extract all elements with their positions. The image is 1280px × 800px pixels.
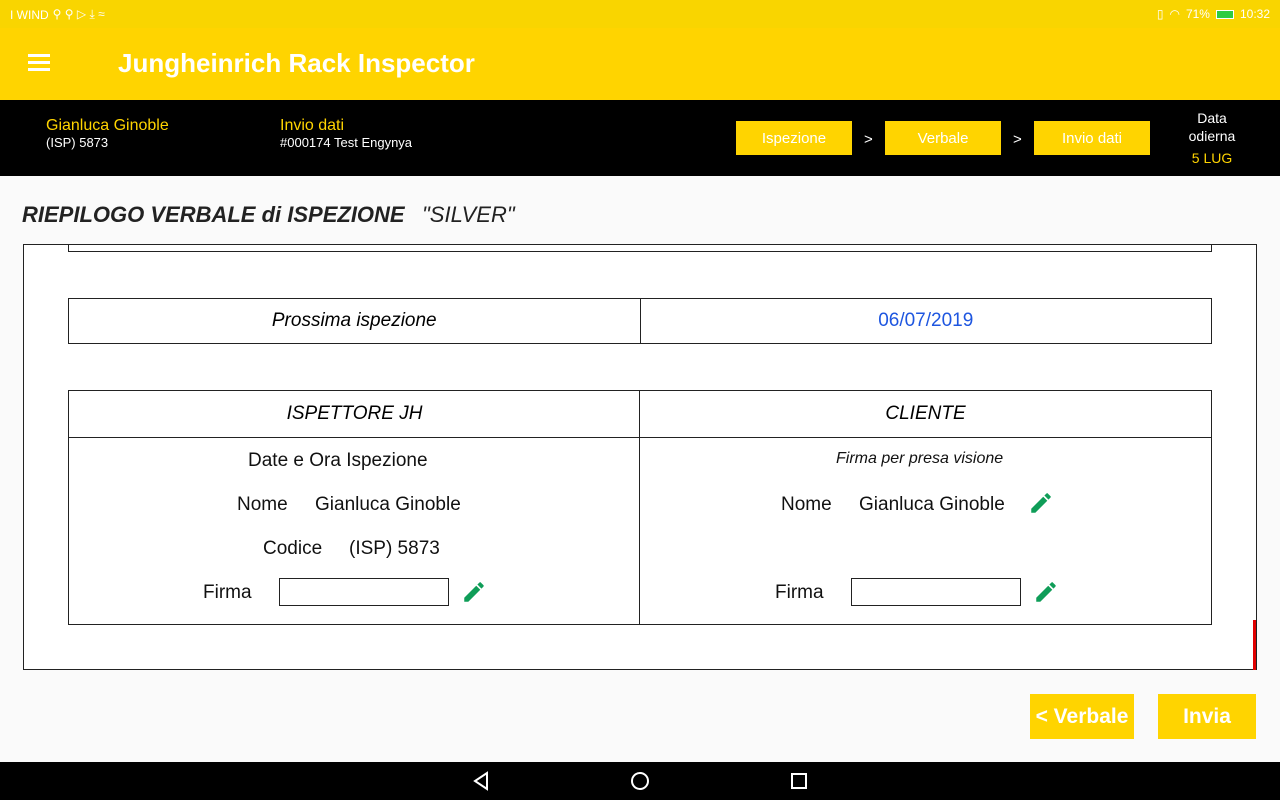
inspector-code-value: (ISP) 5873 [349,538,440,559]
client-header: CLIENTE [885,403,966,424]
next-inspection-label: Prossima ispezione [69,299,641,343]
wifi-icon: ◠ [1169,7,1180,21]
user-info: Gianluca Ginoble (ISP) 5873 [46,117,169,150]
info-bar: Gianluca Ginoble (ISP) 5873 Invio dati #… [0,100,1280,176]
inspector-signature-field[interactable] [279,578,449,606]
next-inspection-date[interactable]: 06/07/2019 [641,299,1212,343]
inspector-name-label: Nome [237,494,288,515]
next-inspection-table: Prossima ispezione 06/07/2019 [68,298,1212,344]
clock: 10:32 [1239,7,1270,21]
app-bar: Jungheinrich Rack Inspector [0,28,1280,100]
edit-client-signature-pencil-icon[interactable] [1033,579,1059,605]
client-name-label: Nome [781,494,832,515]
today-date: Data odierna 5 LUG [1180,109,1244,167]
step-ispezione-button[interactable]: Ispezione [736,121,852,155]
edit-inspector-signature-pencil-icon[interactable] [461,579,487,605]
inspector-sign-label: Firma [203,582,252,603]
step-separator: > [864,131,873,148]
battery-icon [1215,9,1234,19]
recents-square-icon[interactable] [789,771,809,791]
user-name: Gianluca Ginoble [46,117,169,134]
client-name-value: Gianluca Ginoble [859,494,1005,515]
home-circle-icon[interactable] [630,771,650,791]
signature-table-header: ISPETTORE JH CLIENTE [69,391,1211,438]
carrier-label: I WIND [10,7,49,22]
vibrate-icon: ▯ [1156,7,1164,21]
column-divider [639,391,640,624]
date-value: 5 LUG [1191,150,1233,166]
status-bar: I WIND ⚲ ⚲ ▷ ⤓ ≈ ▯ ◠ 71% 10:32 [0,0,1280,28]
scroll-indicator [1253,620,1256,670]
signature-table: ISPETTORE JH CLIENTE Date e Ora Ispezion… [68,390,1212,625]
hamburger-menu-icon[interactable] [28,54,52,74]
edit-client-name-pencil-icon[interactable] [1028,490,1054,516]
client-sign-label: Firma [775,582,824,603]
inspector-code-label: Codice [263,538,323,559]
inspector-name-value: Gianluca Ginoble [315,494,461,515]
inspection-level: "SILVER" [422,202,515,227]
notification-icons: ⚲ ⚲ ▷ ⤓ ≈ [52,7,105,21]
send-button[interactable]: Invia [1158,694,1256,739]
order-info: Invio dati #000174 Test Engynya [280,117,412,150]
step-separator: > [1013,131,1022,148]
previous-section-edge [68,244,1212,252]
order-label: #000174 Test Engynya [280,135,413,150]
system-navigation-bar [0,762,1280,800]
date-label-2: odierna [1188,128,1236,144]
step-verbale-button[interactable]: Verbale [885,121,1001,155]
date-time-label: Date e Ora Ispezione [248,450,428,471]
client-signature-field[interactable] [851,578,1021,606]
page-title-text: RIEPILOGO VERBALE di ISPEZIONE [22,202,405,227]
page-title: RIEPILOGO VERBALE di ISPEZIONE "SILVER" [22,202,515,228]
back-triangle-icon[interactable] [472,771,492,791]
step-invio-dati-button[interactable]: Invio dati [1034,121,1150,155]
client-note: Firma per presa visione [836,450,1004,467]
section-label: Invio dati [280,117,345,134]
battery-percent: 71% [1185,7,1210,21]
date-label-1: Data [1197,110,1227,126]
app-title: Jungheinrich Rack Inspector [118,48,475,78]
inspector-header: ISPETTORE JH [286,403,423,424]
user-code: (ISP) 5873 [46,135,109,150]
back-to-verbale-button[interactable]: < Verbale [1030,694,1134,739]
